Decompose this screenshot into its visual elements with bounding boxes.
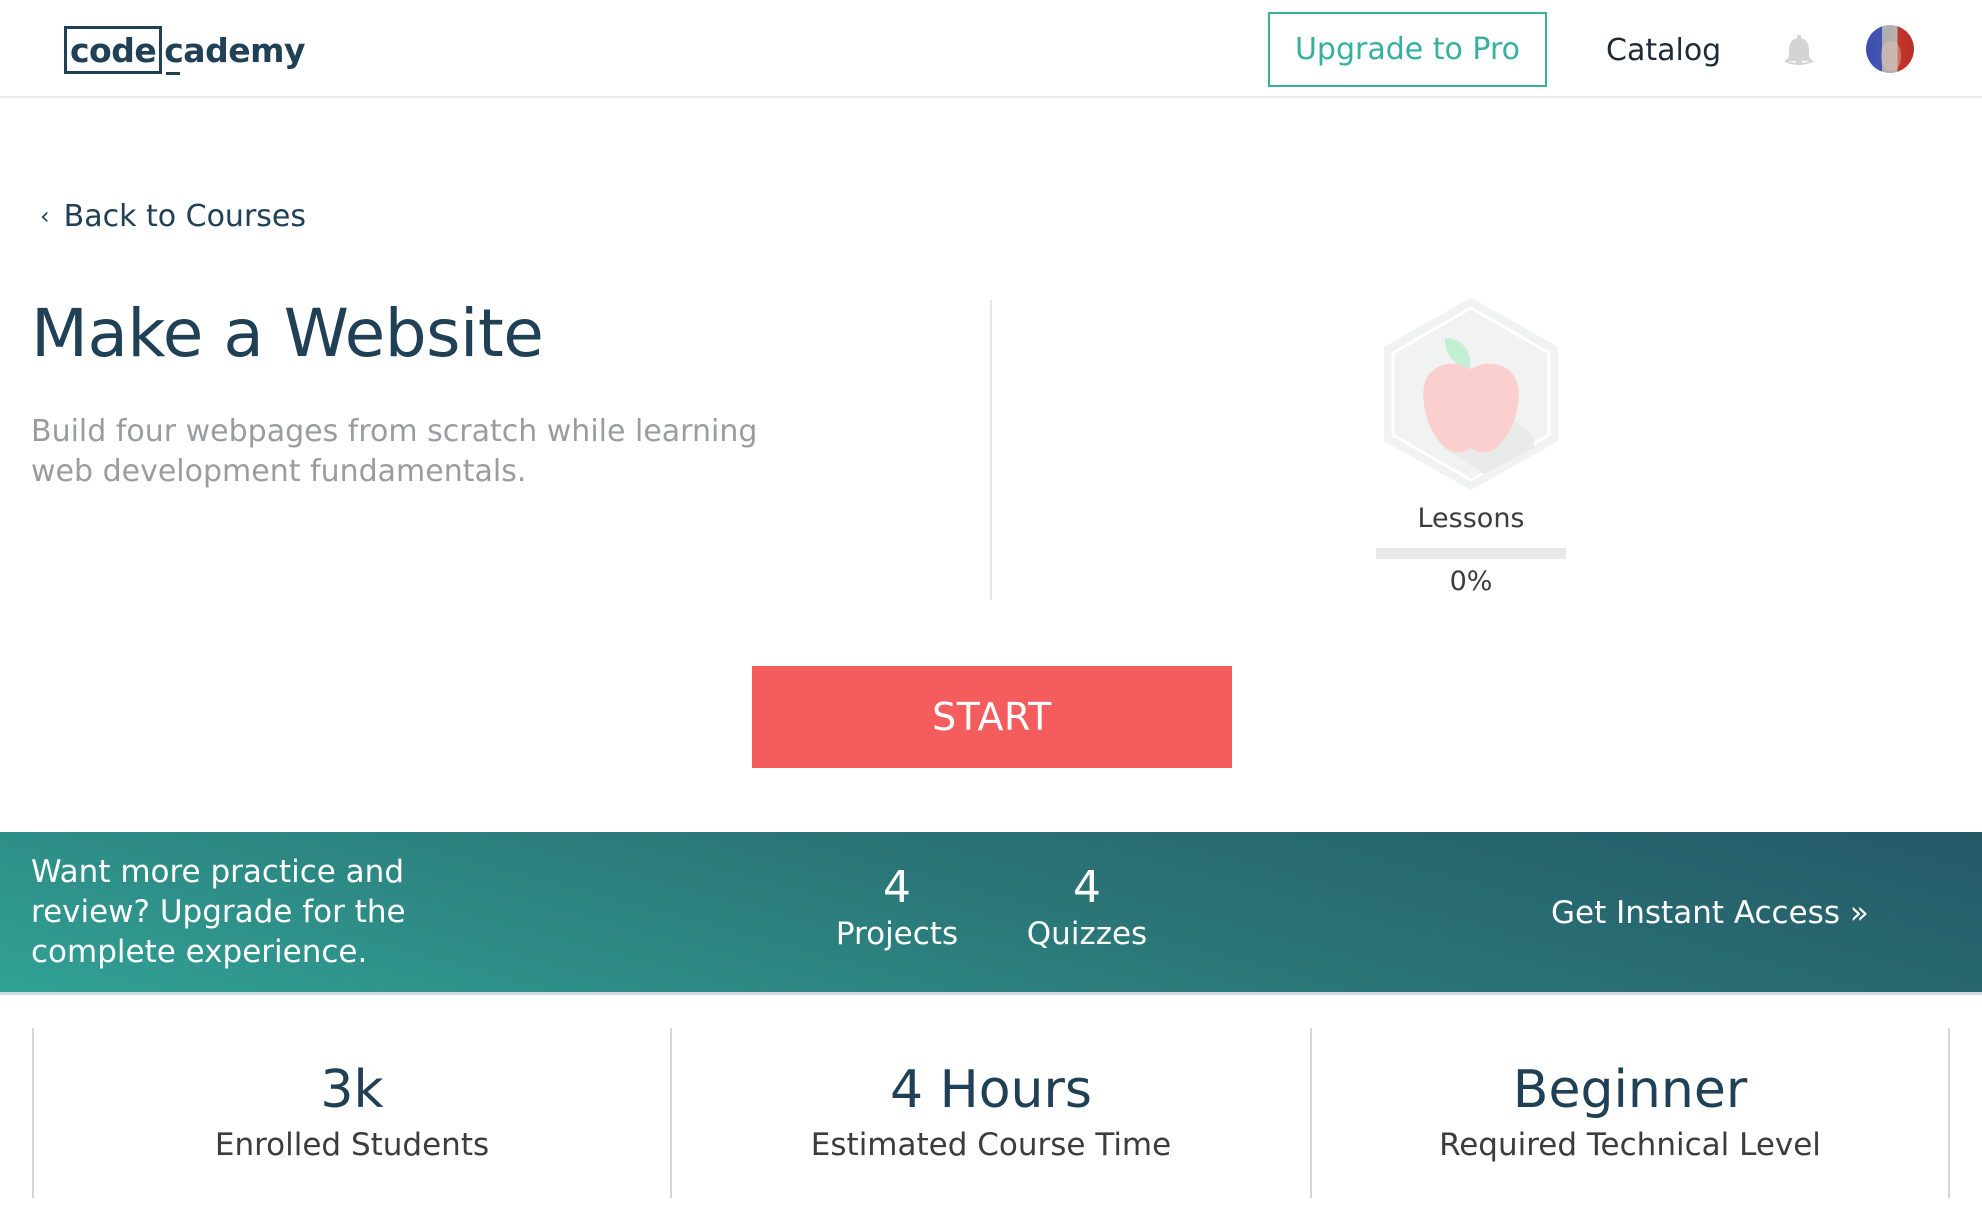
quizzes-count: 4 [1073, 862, 1101, 913]
logo-cademy: cademy [164, 30, 305, 75]
enrolled-students-stat: 3k Enrolled Students [33, 1055, 671, 1165]
quizzes-stat: 4 Quizzes [987, 862, 1187, 954]
back-to-courses-link[interactable]: ‹ Back to Courses [40, 196, 306, 236]
avatar-face [1881, 41, 1901, 71]
section-divider [990, 300, 992, 600]
course-time-label: Estimated Course Time [810, 1127, 1172, 1163]
codecademy-logo[interactable]: code cademy [64, 26, 305, 75]
get-instant-access-link[interactable]: Get Instant Access » [1551, 890, 1869, 936]
technical-level-stat: Beginner Required Technical Level [1311, 1055, 1949, 1165]
projects-count: 4 [883, 862, 911, 913]
user-avatar[interactable] [1866, 25, 1914, 73]
enrolled-students-label: Enrolled Students [214, 1127, 490, 1163]
technical-level-value: Beginner [1512, 1060, 1748, 1120]
quizzes-label: Quizzes [1026, 916, 1148, 952]
course-time-stat: 4 Hours Estimated Course Time [672, 1055, 1310, 1165]
lessons-progress-bar [1376, 548, 1566, 559]
upgrade-message: Want more practice and review? Upgrade f… [31, 854, 406, 970]
chevron-left-icon: ‹ [40, 202, 50, 230]
upgrade-to-pro-button[interactable]: Upgrade to Pro [1268, 12, 1547, 87]
catalog-link[interactable]: Catalog [1606, 22, 1721, 78]
enrolled-students-value: 3k [320, 1060, 384, 1120]
banner-divider [0, 992, 1982, 995]
course-time-value: 4 Hours [890, 1060, 1092, 1120]
lessons-progress-percent: 0% [1449, 566, 1493, 597]
technical-level-label: Required Technical Level [1439, 1127, 1821, 1163]
logo-code: code [64, 26, 163, 74]
course-title: Make a Website [31, 295, 544, 372]
start-button[interactable]: START [752, 666, 1232, 768]
back-to-courses-label: Back to Courses [63, 198, 306, 234]
bell-icon[interactable] [1783, 33, 1815, 67]
lessons-progress-label: Lessons [1417, 503, 1525, 534]
projects-label: Projects [835, 916, 959, 952]
course-description: Build four webpages from scratch while l… [31, 414, 758, 489]
apple-icon [1384, 298, 1558, 490]
projects-stat: 4 Projects [797, 862, 997, 954]
